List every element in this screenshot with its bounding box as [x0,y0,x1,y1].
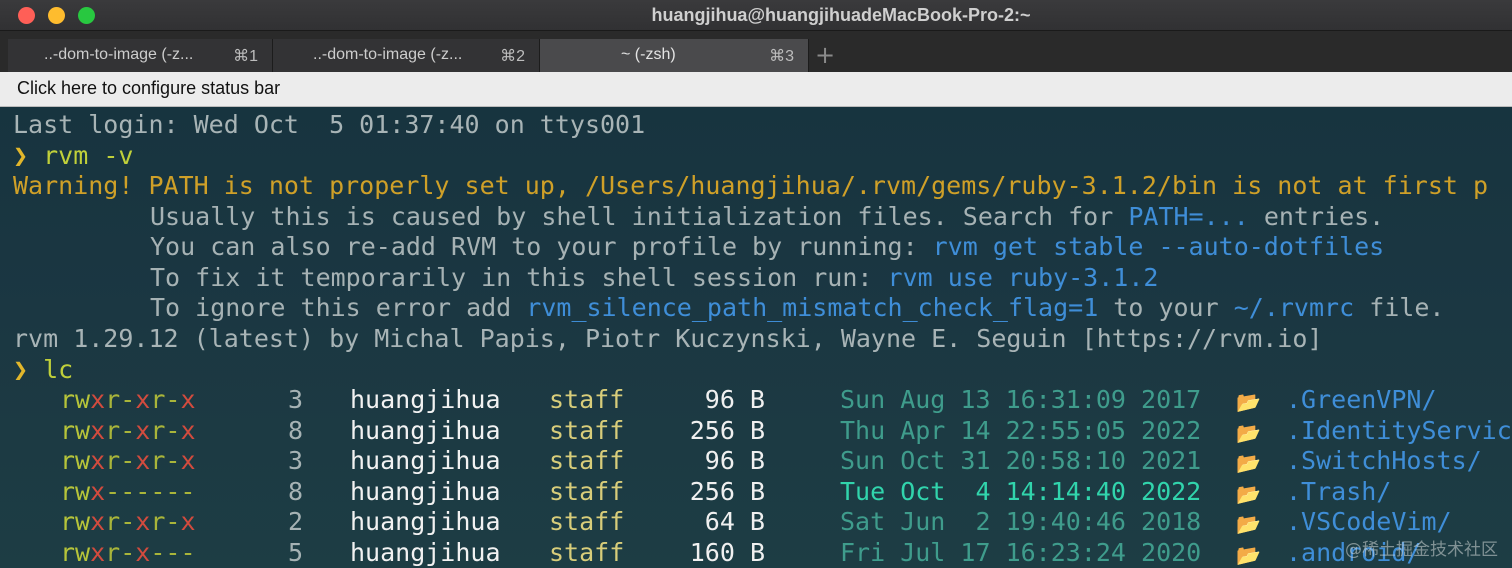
links-cell: 3 [288,446,304,476]
window-title: huangjihua@huangjihuadeMacBook-Pro-2:~ [651,5,1031,25]
new-tab-button[interactable]: + [815,41,835,69]
hint-code: rvm get stable --auto-dotfiles [932,232,1385,261]
hint-text: to your [1098,293,1234,322]
table-row: rwxr-xr-x 8 huangjihua staff 256 B Thu Apr 14… [0,416,1512,446]
table-row: rwx------ 8 huangjihua staff 256 B Tue Oct 4 … [0,477,1512,507]
links-cell: 8 [288,476,304,506]
hint-text: Usually this is caused by shell initiali… [150,202,1129,231]
permissions-cell: rwxr-x--- [60,538,196,567]
folder-icon: 📂 [1236,481,1261,506]
size-cell: 160 B [689,538,765,567]
tab-3-shortcut: ⌘3 [769,48,794,65]
date-cell: Fri Jul 17 16:23:24 2020 [840,538,1202,567]
prompt-line-2: ❯ lc [13,355,73,385]
tab-2-shortcut: ⌘2 [500,48,525,65]
hint-line-1: Usually this is caused by shell initiali… [150,202,1384,232]
date-cell: Sun Oct 31 20:58:10 2021 [840,446,1202,476]
date-cell: Tue Oct 4 14:14:40 2022 [840,476,1202,506]
hint-code: ~/.rvmrc [1233,293,1355,322]
hint-text: To fix it temporarily in this shell sess… [150,263,888,292]
folder-icon: 📂 [1236,451,1261,476]
hint-line-3: To fix it temporarily in this shell sess… [150,263,1158,293]
watermark: @稀土掘金技术社区 [1345,540,1498,560]
size-cell: 96 B [704,385,765,414]
hint-code: rvm_silence_path_mismatch_check_flag=1 [526,293,1099,322]
status-bar-label: Click here to configure status bar [17,78,281,98]
filename-cell: .GreenVPN/ [1286,385,1437,414]
hint-text: You can also re-add RVM to your profile … [150,232,933,261]
hint-line-4: To ignore this error add rvm_silence_pat… [150,293,1444,323]
status-bar[interactable]: Click here to configure status bar [0,72,1512,107]
filename-cell: .Trash/ [1286,476,1392,506]
group-cell: staff [549,538,625,567]
permissions-cell: rwx------ [60,476,196,506]
group-cell: staff [549,507,625,537]
owner-cell: huangjihua [350,476,501,506]
links-cell: 8 [288,415,304,445]
command-text: rvm -v [43,141,134,170]
owner-cell: huangjihua [350,415,501,445]
folder-icon: 📂 [1236,543,1261,567]
hint-line-2: You can also re-add RVM to your profile … [150,232,1384,262]
size-cell: 64 B [704,507,765,537]
folder-icon: 📂 [1236,420,1261,445]
date-cell: Thu Apr 14 22:55:05 2022 [840,415,1202,445]
window-titlebar: huangjihua@huangjihuadeMacBook-Pro-2:~ [0,0,1512,30]
prompt-line-1: ❯ rvm -v [13,141,133,171]
hint-code: PATH=... [1128,202,1249,231]
terminal-output[interactable]: Last login: Wed Oct 5 01:37:40 on ttys00… [0,107,1512,568]
table-row: rwxr-xr-x 3 huangjihua staff 96 B Sun Aug 13 … [0,385,1512,415]
prompt-symbol: ❯ [13,355,29,384]
permissions-cell: rwxr-xr-x [60,446,196,476]
folder-icon: 📂 [1236,512,1261,537]
group-cell: staff [549,446,625,476]
tab-1[interactable]: ..-dom-to-image (-z... ⌘1 [8,39,273,73]
links-cell: 2 [288,507,304,537]
tab-2-label: ..-dom-to-image (-z... [313,46,463,63]
permissions-cell: rwxr-xr-x [60,507,196,537]
table-row: rwxr-x--- 5 huangjihua staff 160 B Fri Jul 17… [0,538,1512,568]
owner-cell: huangjihua [350,446,501,476]
last-login-line: Last login: Wed Oct 5 01:37:40 on ttys00… [13,110,646,139]
size-cell: 96 B [704,446,765,476]
filename-cell: .IdentityServic [1286,415,1512,445]
owner-cell: huangjihua [350,538,501,567]
folder-icon: 📂 [1236,390,1261,414]
hint-text: To ignore this error add [150,293,527,322]
table-row: rwxr-xr-x 2 huangjihua staff 64 B Sat Jun 2 1… [0,507,1512,537]
group-cell: staff [549,476,625,506]
tab-1-label: ..-dom-to-image (-z... [44,46,194,63]
owner-cell: huangjihua [350,507,501,537]
hint-text: entries. [1248,202,1385,231]
tab-3[interactable]: ~ (-zsh) ⌘3 [540,39,809,73]
filename-cell: .VSCodeVim/ [1286,507,1452,537]
hint-text: file. [1354,293,1445,322]
warning-line: Warning! PATH is not properly set up, /U… [13,171,1489,200]
tab-3-label: ~ (-zsh) [621,46,676,63]
links-cell: 3 [288,385,304,414]
group-cell: staff [549,415,625,445]
filename-cell: .SwitchHosts/ [1286,446,1482,476]
rvm-version-line: rvm 1.29.12 (latest) by Michal Papis, Pi… [13,324,1323,353]
size-cell: 256 B [689,415,765,445]
hint-code: rvm use ruby-3.1.2 [887,263,1159,292]
command-text: lc [43,355,74,384]
prompt-symbol: ❯ [13,141,29,170]
tab-2[interactable]: ..-dom-to-image (-z... ⌘2 [273,39,540,73]
permissions-cell: rwxr-xr-x [60,385,196,414]
date-cell: Sun Aug 13 16:31:09 2017 [840,385,1202,414]
size-cell: 256 B [689,476,765,506]
owner-cell: huangjihua [350,385,501,414]
tab-bar: ..-dom-to-image (-z... ⌘1 ..-dom-to-imag… [0,30,1512,73]
tab-1-shortcut: ⌘1 [233,48,258,65]
date-cell: Sat Jun 2 19:40:46 2018 [840,507,1202,537]
permissions-cell: rwxr-xr-x [60,415,196,445]
group-cell: staff [549,385,625,414]
links-cell: 5 [288,538,304,567]
table-row: rwxr-xr-x 3 huangjihua staff 96 B Sun Oct 31 … [0,446,1512,476]
